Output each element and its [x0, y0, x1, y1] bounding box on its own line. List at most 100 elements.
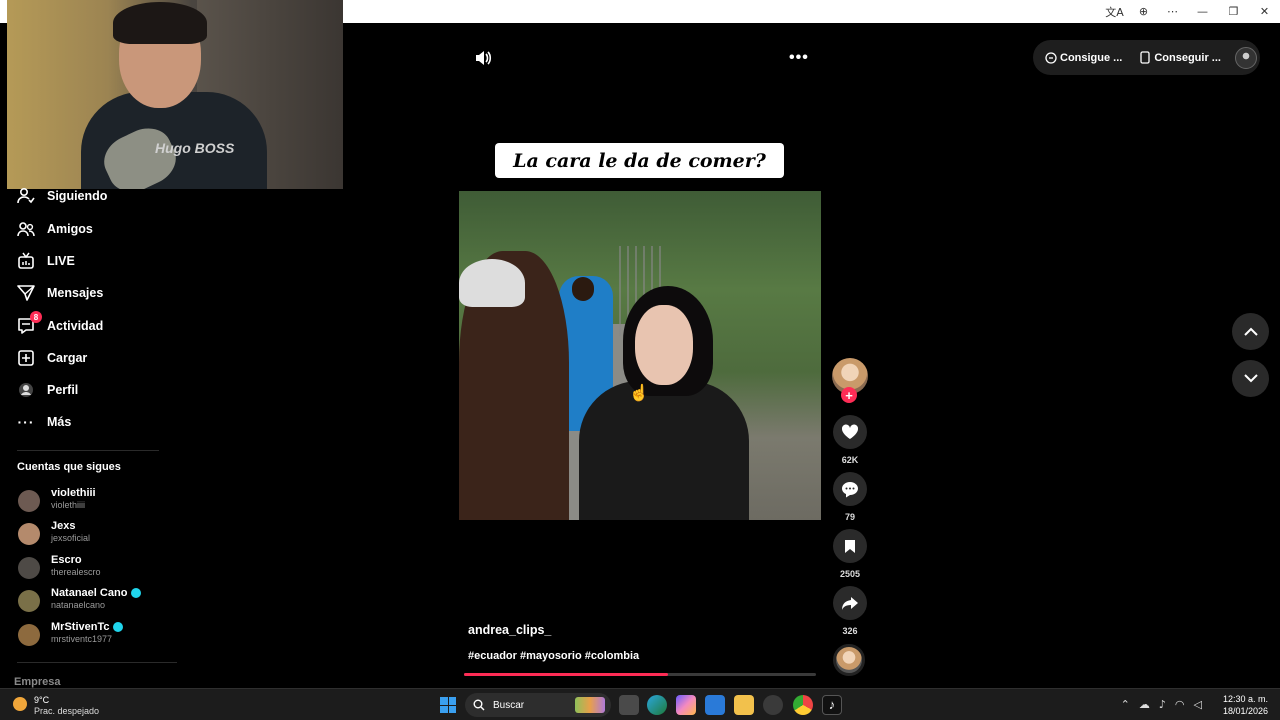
- avatar: [18, 523, 40, 545]
- sound-avatar[interactable]: [833, 644, 865, 676]
- weather-temp: 9°C: [34, 695, 50, 705]
- sidebar-item-label: Cargar: [47, 351, 88, 365]
- save-button[interactable]: [833, 529, 867, 563]
- translate-icon[interactable]: 文A: [1100, 4, 1129, 20]
- verified-icon: [131, 588, 142, 598]
- verified-icon: [113, 622, 124, 632]
- sidebar-item-cargar[interactable]: Cargar: [16, 346, 87, 370]
- taskbar-search[interactable]: Buscar: [465, 693, 611, 717]
- edge-icon[interactable]: [647, 695, 667, 715]
- video-progress-fill: [464, 673, 669, 676]
- clock-date: 18/01/2026: [1222, 706, 1268, 716]
- following-section-title: Cuentas que sigues: [17, 461, 121, 473]
- volume-icon[interactable]: [474, 49, 492, 67]
- tiktok-icon[interactable]: ♪: [822, 695, 842, 715]
- window-controls: 文A ⊕ ⋯ — ❐ ✕: [1100, 0, 1280, 23]
- more-icon[interactable]: ⋯: [1158, 5, 1187, 18]
- topbar-actions: Consigue ... Conseguir ...: [1033, 40, 1260, 75]
- avatar: [18, 490, 40, 512]
- sidebar-item-amigos[interactable]: Amigos: [16, 217, 93, 241]
- following-account[interactable]: Escro therealescro: [18, 554, 178, 587]
- sidebar-item-label: Actividad: [47, 319, 104, 333]
- account-name: Escro: [51, 554, 82, 566]
- sidebar-item-label: LIVE: [47, 254, 75, 268]
- close-icon[interactable]: ✕: [1249, 5, 1280, 18]
- previous-video-button[interactable]: [1232, 313, 1269, 350]
- video-overlay-caption: La cara le da de comer?: [495, 143, 784, 178]
- comment-icon: [842, 481, 858, 497]
- webcam-person-hair: [113, 2, 207, 44]
- sidebar-item-label: Perfil: [47, 383, 79, 397]
- restore-icon[interactable]: ❐: [1218, 5, 1249, 18]
- following-account[interactable]: Natanael Cano natanaelcano: [18, 587, 178, 620]
- video-hashtags[interactable]: #ecuador #mayosorio #colombia: [468, 650, 639, 662]
- minimize-icon[interactable]: —: [1187, 5, 1218, 18]
- activity-icon: 8: [16, 311, 42, 336]
- sidebar-item-label: Siguiendo: [47, 189, 108, 203]
- zoom-icon[interactable]: ⊕: [1129, 5, 1158, 18]
- cloud-icon[interactable]: ☁: [1139, 698, 1150, 711]
- video-person-head: [572, 277, 594, 301]
- chevron-down-icon: [1243, 374, 1258, 383]
- shirt-logo-text: Hugo BOSS: [155, 140, 235, 156]
- get-coins-button[interactable]: Consigue ...: [1045, 52, 1122, 64]
- taskbar: 9°C Prac. despejado Buscar ♪ ⌃ ☁ ♪ ◠ ◁ 1…: [0, 688, 1280, 720]
- video-progress-bar[interactable]: [464, 673, 816, 676]
- comment-count: 79: [844, 512, 855, 522]
- search-icon: [473, 699, 485, 711]
- windows-start-icon[interactable]: [440, 697, 456, 713]
- profile-avatar[interactable]: [1234, 46, 1257, 69]
- following-account[interactable]: MrStivenTc mrstiventc1977: [18, 621, 178, 654]
- messages-icon: [16, 283, 36, 303]
- weather-widget[interactable]: 9°C Prac. despejado: [10, 693, 130, 717]
- sidebar-item-mas[interactable]: ··· Más: [16, 410, 72, 434]
- next-video-button[interactable]: [1232, 360, 1269, 397]
- store-icon[interactable]: [705, 695, 725, 715]
- sidebar-item-siguiendo[interactable]: Siguiendo: [16, 184, 107, 208]
- sidebar-item-label: Más: [47, 415, 72, 429]
- account-handle: natanaelcano: [51, 600, 106, 610]
- following-account[interactable]: Jexs jexsoficial: [18, 520, 178, 553]
- taskbar-clock[interactable]: 12:30 a. m. 18/01/2026: [1223, 693, 1268, 717]
- footer-link-empresa[interactable]: Empresa: [14, 676, 60, 688]
- sidebar-item-mensajes[interactable]: Mensajes: [16, 281, 103, 305]
- video-player[interactable]: [459, 191, 821, 520]
- sidebar-item-live[interactable]: LIVE: [16, 249, 75, 273]
- sidebar-item-perfil[interactable]: Perfil: [16, 378, 78, 402]
- video-person: [579, 381, 749, 520]
- settings-app-icon[interactable]: [763, 695, 783, 715]
- chrome-icon[interactable]: [793, 695, 813, 715]
- copilot-icon[interactable]: [676, 695, 696, 715]
- task-view-icon[interactable]: [619, 695, 639, 715]
- video-username[interactable]: andrea_clips_: [468, 623, 551, 637]
- account-name: Jexs: [51, 520, 76, 532]
- following-icon: [16, 186, 36, 206]
- sidebar-item-actividad[interactable]: 8 Actividad: [16, 311, 104, 338]
- video-person-face: [635, 305, 693, 385]
- sidebar-item-label: Mensajes: [47, 286, 104, 300]
- account-name: Natanael Cano: [51, 587, 142, 599]
- comment-button[interactable]: [833, 472, 867, 506]
- following-account[interactable]: violethiii violethiiii: [18, 487, 178, 520]
- wifi-icon[interactable]: ◠: [1175, 698, 1185, 711]
- account-name: violethiii: [51, 487, 96, 499]
- mic-icon[interactable]: ♪: [1159, 698, 1166, 711]
- video-person-hat: [459, 259, 525, 307]
- video-options-icon[interactable]: •••: [789, 49, 809, 67]
- account-handle: violethiiii: [51, 500, 86, 510]
- like-button[interactable]: [833, 415, 867, 449]
- speaker-icon[interactable]: ◁: [1194, 698, 1202, 711]
- share-icon: [842, 596, 858, 610]
- phone-icon: [1140, 51, 1150, 64]
- follow-plus-icon[interactable]: +: [841, 387, 857, 403]
- share-button[interactable]: [833, 586, 867, 620]
- get-app-button[interactable]: Conseguir ...: [1140, 51, 1221, 64]
- like-count: 62K: [841, 455, 859, 465]
- search-highlight-icon: [575, 697, 605, 713]
- file-explorer-icon[interactable]: [734, 695, 754, 715]
- sidebar-divider: [17, 662, 177, 663]
- upload-icon: [16, 348, 36, 368]
- notification-badge: 8: [30, 311, 42, 323]
- avatar: [18, 557, 40, 579]
- tray-chevron-up-icon[interactable]: ⌃: [1121, 698, 1130, 711]
